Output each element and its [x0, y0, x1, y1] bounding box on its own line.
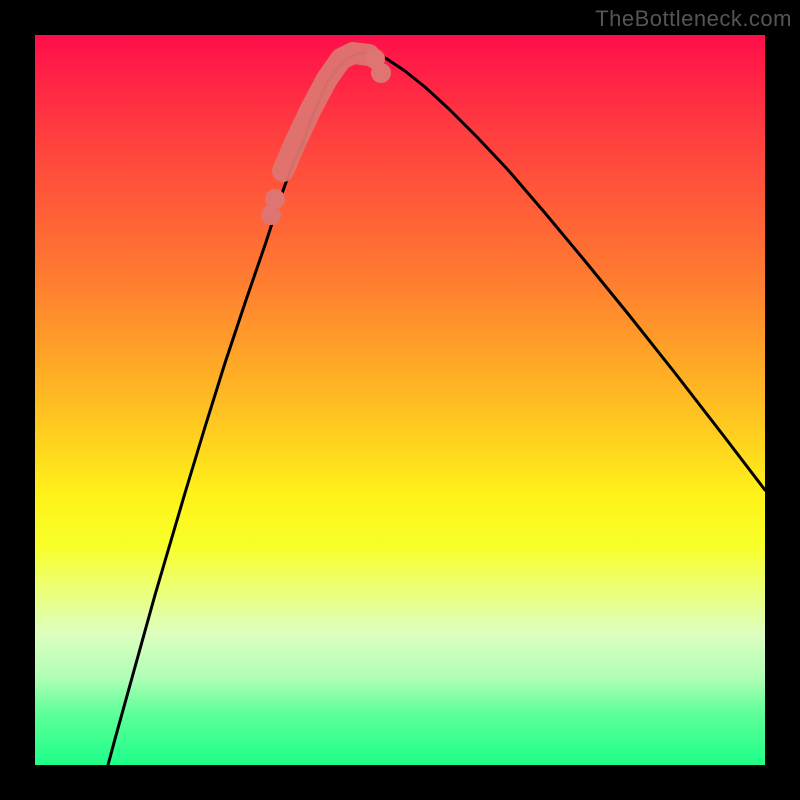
marker-cluster-line — [283, 53, 369, 171]
chart-frame: TheBottleneck.com — [0, 0, 800, 800]
chart-svg — [35, 35, 765, 765]
plot-area — [35, 35, 765, 765]
bottleneck-curve-line — [108, 53, 765, 765]
marker-dot — [265, 189, 285, 209]
watermark-text: TheBottleneck.com — [595, 6, 792, 32]
marker-dot — [371, 63, 391, 83]
